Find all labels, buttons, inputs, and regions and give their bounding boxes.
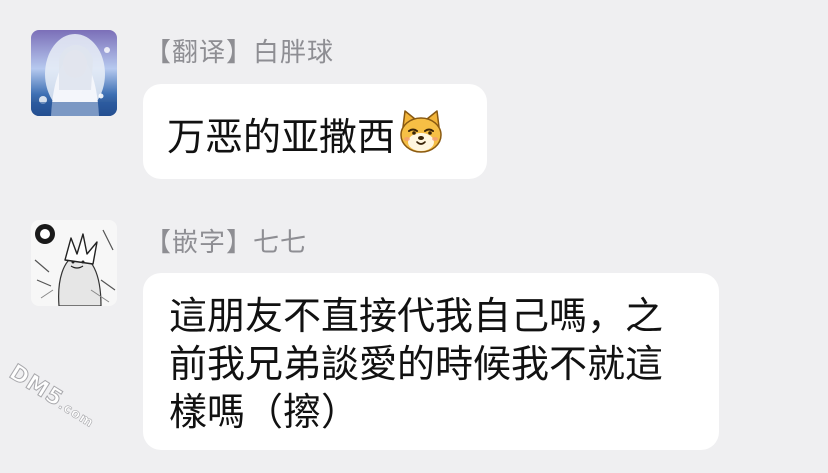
dm5-watermark-logo: DM5.com [4, 360, 101, 433]
avatar-2[interactable] [31, 220, 117, 306]
sender-name-1: 【翻译】白胖球 [145, 38, 335, 68]
message-bubble-2[interactable]: 這朋友不直接代我自己嗎，之前我兄弟談愛的時候我不就這樣嗎（擦） [143, 273, 719, 450]
message-text-1: 万恶的亚撒西 [167, 115, 396, 159]
sender-name-2: 【嵌字】七七 [145, 228, 308, 258]
avatar-1[interactable] [31, 30, 117, 116]
shiba-dog-sticker-icon [397, 107, 445, 164]
watermark-suffix: .com [55, 397, 97, 432]
message-text-2: 這朋友不直接代我自己嗎，之前我兄弟談愛的時候我不就這樣嗎（擦） [169, 294, 664, 434]
message-bubble-1[interactable]: 万恶的亚撒西 [143, 84, 487, 179]
